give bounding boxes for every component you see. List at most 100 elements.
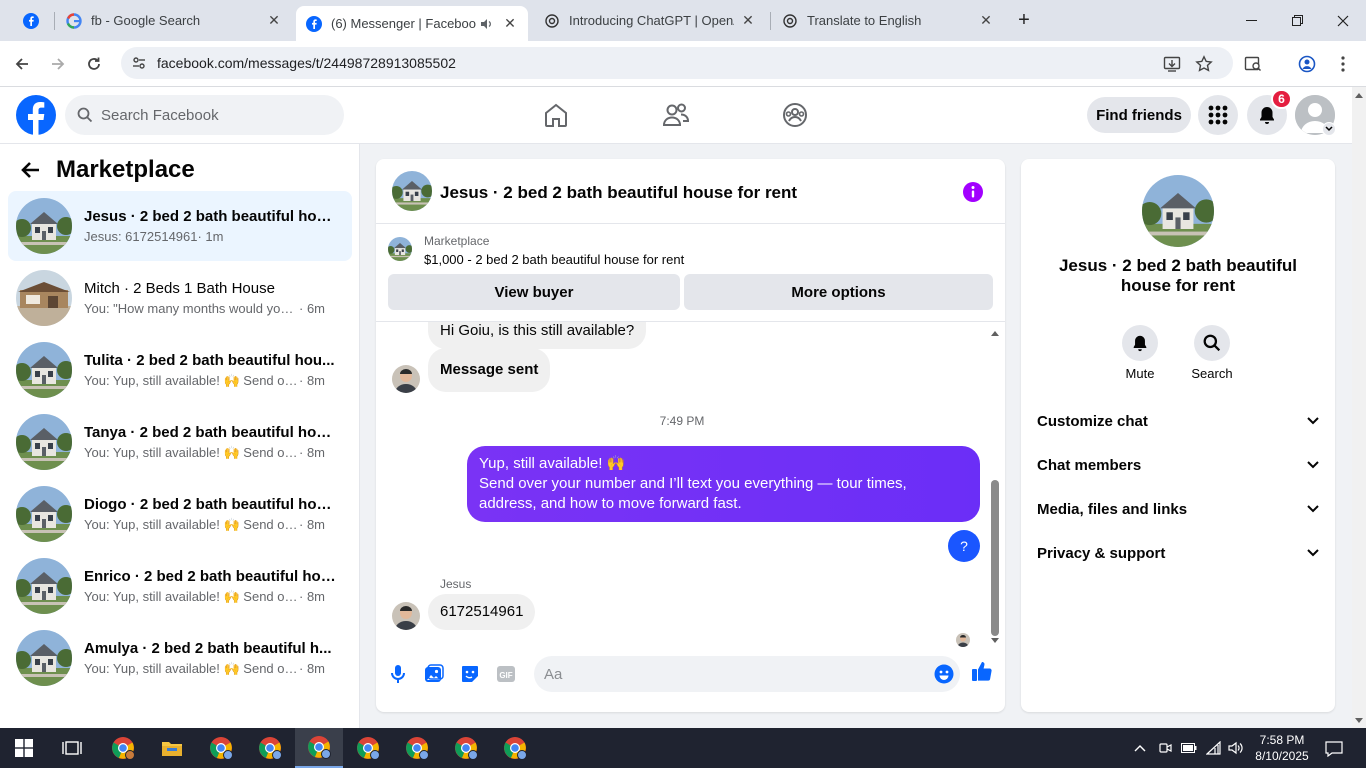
conversation-item[interactable]: Enrico · 2 bed 2 bath beautiful hou... Yo…: [8, 551, 352, 621]
install-app-icon[interactable]: [1157, 49, 1187, 79]
close-tab-icon[interactable]: ✕: [266, 12, 282, 29]
sender-avatar[interactable]: [392, 365, 420, 393]
conversation-time: · 8m: [299, 444, 325, 460]
profile-icon[interactable]: [1292, 49, 1322, 79]
media-files-links-section[interactable]: Media, files and links: [1037, 487, 1319, 531]
close-window-button[interactable]: [1320, 0, 1366, 41]
tab-google-search[interactable]: fb - Google Search ✕: [56, 0, 292, 41]
details-avatar[interactable]: [1142, 175, 1214, 247]
restore-button[interactable]: [1274, 0, 1320, 41]
emoji-icon[interactable]: [934, 664, 954, 684]
conversation-time: · 1m: [197, 229, 224, 244]
account-chevron-down-icon[interactable]: [1322, 122, 1336, 136]
search-conversation-button[interactable]: Search: [1182, 325, 1242, 381]
chat-avatar[interactable]: [392, 171, 432, 211]
grid-icon: [1208, 105, 1228, 125]
conversation-item[interactable]: Amulya · 2 bed 2 bath beautiful h... You:…: [8, 623, 352, 693]
chrome-taskbar-icon[interactable]: [295, 728, 343, 768]
thread-scrollbar[interactable]: [990, 327, 1000, 647]
back-button[interactable]: [7, 49, 37, 79]
minimize-button[interactable]: [1228, 0, 1274, 41]
close-tab-icon[interactable]: ✕: [978, 12, 994, 29]
battery-icon[interactable]: [1181, 740, 1197, 756]
task-view-icon[interactable]: [48, 728, 96, 768]
volume-icon[interactable]: [1228, 740, 1244, 756]
conversation-item[interactable]: Tulita · 2 bed 2 bath beautiful hou... Yo…: [8, 335, 352, 405]
sidebar-title: Marketplace: [56, 156, 195, 183]
sidebar-header: Marketplace: [20, 156, 195, 184]
facebook-search-box[interactable]: [65, 95, 344, 135]
customize-chat-section[interactable]: Customize chat: [1037, 399, 1319, 443]
chrome-taskbar-icon[interactable]: [442, 728, 490, 768]
info-icon[interactable]: [962, 181, 984, 203]
chat-title[interactable]: Jesus · 2 bed 2 bath beautiful house for…: [440, 183, 797, 203]
conversation-item[interactable]: Jesus · 2 bed 2 bath beautiful hous... Je…: [8, 191, 352, 261]
message-input[interactable]: [544, 665, 914, 683]
facebook-logo-icon[interactable]: [16, 95, 56, 135]
thumbs-up-icon[interactable]: [971, 660, 993, 682]
sticker-icon[interactable]: [459, 663, 481, 685]
forward-button[interactable]: [43, 49, 73, 79]
conversation-item[interactable]: Mitch · 2 Beds 1 Bath House You: "How man…: [8, 263, 352, 333]
chrome-taskbar-icon[interactable]: [246, 728, 294, 768]
tab-facebook-pinned[interactable]: [8, 0, 56, 41]
more-options-button[interactable]: More options: [684, 274, 993, 310]
conversation-time: · 8m: [299, 516, 325, 532]
omnibox[interactable]: facebook.com/messages/t/2449872891308550…: [121, 47, 1233, 79]
tray-overflow-chevron-icon[interactable]: [1132, 740, 1148, 756]
gif-icon[interactable]: GIF: [495, 663, 517, 685]
chrome-taskbar-icon[interactable]: [197, 728, 245, 768]
friends-icon[interactable]: [661, 100, 691, 130]
meet-now-icon[interactable]: [1157, 740, 1173, 756]
sender-avatar[interactable]: [392, 602, 420, 630]
chrome-taskbar-icon[interactable]: [393, 728, 441, 768]
new-tab-button[interactable]: +: [1001, 0, 1047, 41]
bell-icon: [1133, 335, 1147, 352]
file-explorer-icon[interactable]: [148, 728, 196, 768]
close-tab-icon[interactable]: ✕: [502, 15, 518, 32]
search-input[interactable]: [101, 106, 321, 124]
chrome-taskbar-icon[interactable]: [344, 728, 392, 768]
bookmark-star-icon[interactable]: [1189, 49, 1219, 79]
listing-title[interactable]: $1,000 - 2 bed 2 bath beautiful house fo…: [424, 252, 684, 267]
conversation-list-panel: Marketplace Jesus · 2 bed 2 bath beautif…: [0, 144, 360, 728]
tab-chatgpt[interactable]: Introducing ChatGPT | OpenAI ✕: [534, 0, 766, 41]
menu-grid-button[interactable]: [1198, 95, 1238, 135]
photo-icon[interactable]: [423, 663, 445, 685]
tab-title: fb - Google Search: [91, 13, 201, 28]
wifi-icon[interactable]: [1206, 740, 1222, 756]
section-label: Chat members: [1037, 456, 1142, 474]
search-icon: [77, 107, 93, 123]
privacy-support-section[interactable]: Privacy & support: [1037, 531, 1319, 575]
conversation-item[interactable]: Diogo · 2 bed 2 bath beautiful hou... You…: [8, 479, 352, 549]
microphone-icon[interactable]: [387, 663, 409, 685]
conversation-item[interactable]: Tanya · 2 bed 2 bath beautiful hou... You…: [8, 407, 352, 477]
tab-title: Introducing ChatGPT | OpenAI: [569, 13, 734, 28]
facebook-icon: [23, 12, 39, 29]
site-info-icon[interactable]: [131, 55, 147, 71]
back-arrow-icon[interactable]: [20, 161, 40, 179]
view-buyer-button[interactable]: View buyer: [388, 274, 680, 310]
home-icon[interactable]: [541, 100, 571, 130]
chrome-taskbar-icon[interactable]: [491, 728, 539, 768]
conversation-snippet: You: Yup, still available! 🙌 Send over..…: [84, 516, 299, 532]
speaker-icon[interactable]: [480, 16, 496, 32]
find-friends-button[interactable]: Find friends: [1087, 97, 1191, 133]
close-tab-icon[interactable]: ✕: [740, 12, 756, 29]
message-input-box[interactable]: [534, 656, 960, 692]
chrome-taskbar-icon[interactable]: [99, 728, 147, 768]
groups-icon[interactable]: [780, 100, 810, 130]
outgoing-message-small: ?: [948, 530, 980, 562]
system-clock[interactable]: 7:58 PM 8/10/2025: [1250, 732, 1314, 764]
page-scrollbar[interactable]: [1352, 87, 1366, 728]
chrome-menu-icon[interactable]: [1328, 49, 1358, 79]
windows-start-icon[interactable]: [0, 728, 48, 768]
chat-members-section[interactable]: Chat members: [1037, 443, 1319, 487]
conversation-thumbnail: [16, 414, 72, 470]
tab-translate[interactable]: Translate to English ✕: [772, 0, 1004, 41]
tab-search-icon[interactable]: [1238, 49, 1268, 79]
notification-center-icon[interactable]: [1325, 740, 1343, 758]
mute-button[interactable]: Mute: [1110, 325, 1170, 381]
reload-button[interactable]: [79, 49, 109, 79]
tab-messenger[interactable]: (6) Messenger | Facebook ✕: [296, 6, 528, 41]
